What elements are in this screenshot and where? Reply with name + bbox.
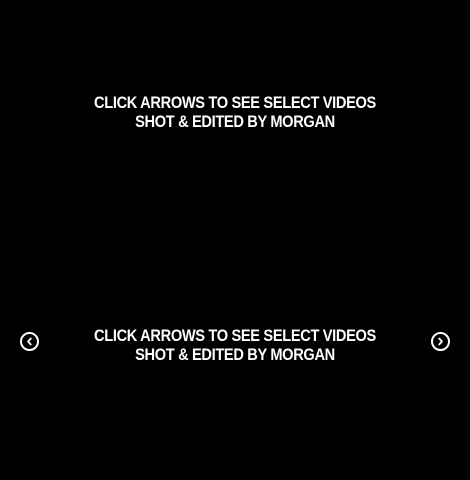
caption-line-2: SHOT & EDITED BY MORGAN <box>135 345 335 364</box>
video-panel-top: CLICK ARROWS TO SEE SELECT VIDEOS SHOT &… <box>0 0 470 240</box>
chevron-right-icon <box>438 337 443 346</box>
caption-line-1: CLICK ARROWS TO SEE SELECT VIDEOS <box>94 326 376 345</box>
caption-line-2: SHOT & EDITED BY MORGAN <box>135 112 335 131</box>
next-slide-button[interactable] <box>431 332 450 351</box>
slide-caption: CLICK ARROWS TO SEE SELECT VIDEOS SHOT &… <box>33 93 437 131</box>
previous-slide-button[interactable] <box>20 332 39 351</box>
caption-line-1: CLICK ARROWS TO SEE SELECT VIDEOS <box>94 93 376 112</box>
slide-caption: CLICK ARROWS TO SEE SELECT VIDEOS SHOT &… <box>33 326 437 364</box>
video-slider: CLICK ARROWS TO SEE SELECT VIDEOS SHOT &… <box>0 240 470 480</box>
chevron-left-icon <box>27 337 32 346</box>
